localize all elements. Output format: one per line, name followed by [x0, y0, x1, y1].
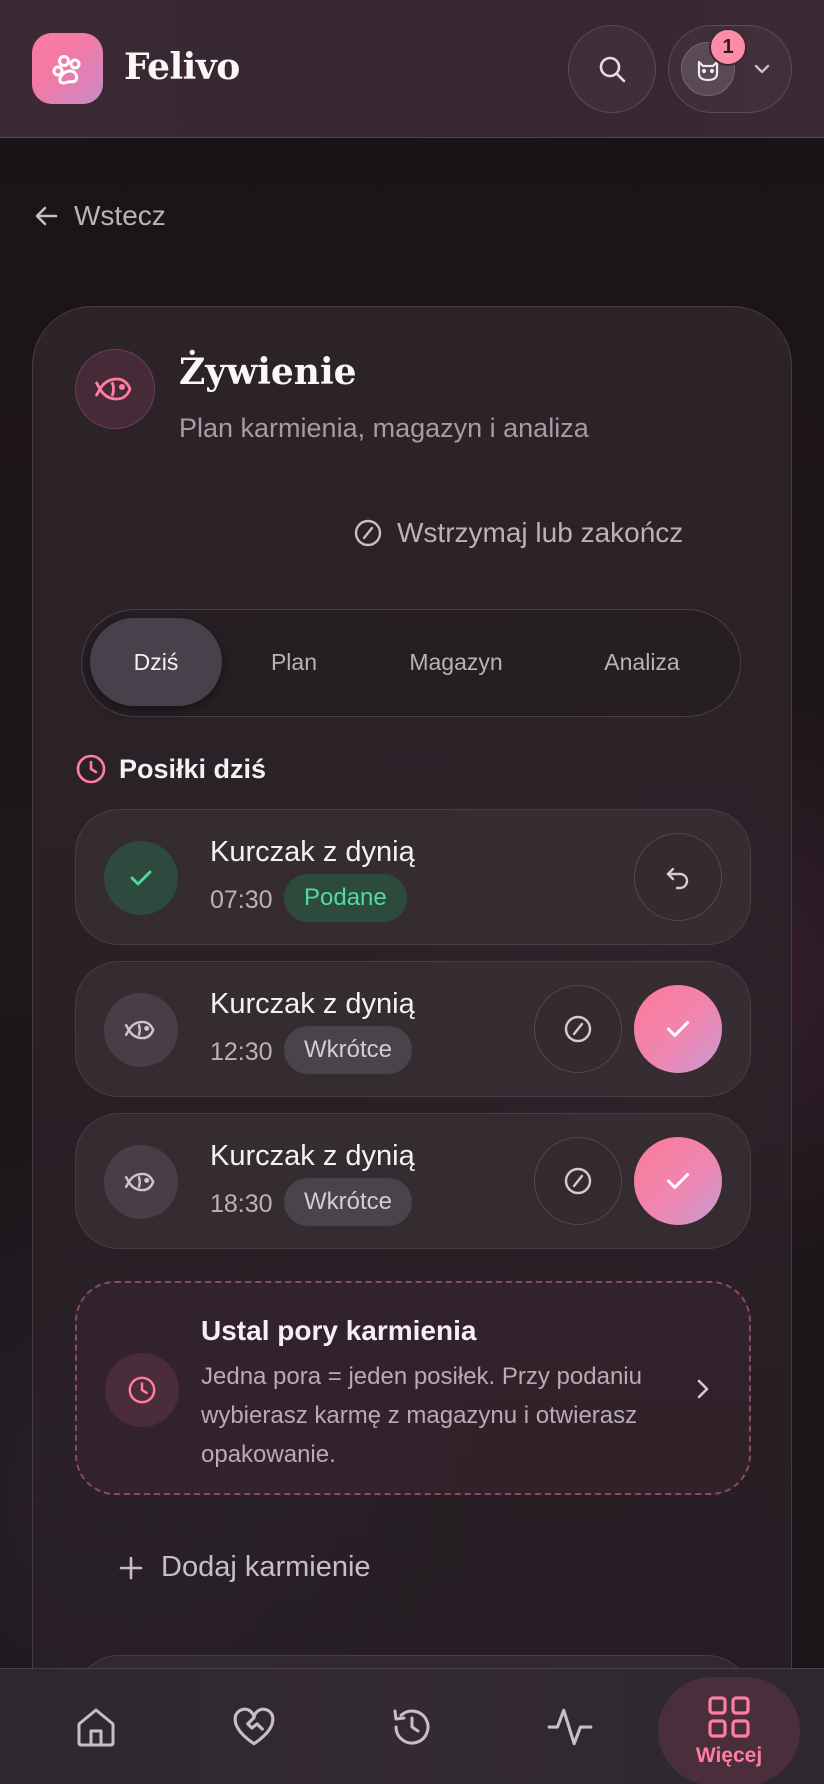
- nav-home[interactable]: [56, 1669, 136, 1784]
- clock-icon: [128, 1376, 156, 1404]
- check-icon: [130, 870, 152, 886]
- meal-time: 07:30: [210, 886, 273, 914]
- bottom-navigation: Więcej: [0, 1668, 824, 1784]
- nav-care[interactable]: [214, 1669, 294, 1784]
- grid-icon: [708, 1696, 750, 1738]
- tab-today[interactable]: Dziś: [90, 618, 222, 706]
- heart-handshake-icon: [233, 1707, 275, 1746]
- check-icon: [666, 1173, 690, 1189]
- undo-button[interactable]: [634, 833, 722, 921]
- nav-more[interactable]: Więcej: [658, 1677, 800, 1784]
- app-name: Felivo: [124, 46, 240, 88]
- schedule-title: Ustal pory karmienia: [201, 1315, 477, 1346]
- home-icon: [77, 1708, 115, 1747]
- back-label: Wstecz: [74, 200, 166, 231]
- add-feeding-button[interactable]: Dodaj karmienie: [117, 1551, 371, 1584]
- tab-inventory[interactable]: Magazyn: [366, 618, 546, 706]
- fish-icon: [124, 1020, 155, 1040]
- section-icon: [75, 349, 155, 429]
- nav-more-label: Więcej: [695, 1744, 763, 1767]
- meals-header: Posiłki dziś: [75, 753, 266, 785]
- chevron-right-icon: [697, 1379, 709, 1399]
- fish-icon: [94, 377, 132, 401]
- tab-analysis[interactable]: Analiza: [552, 618, 732, 706]
- pause-label: Wstrzymaj lub zakończ: [397, 517, 684, 548]
- status-badge: Podane: [284, 874, 407, 922]
- app-header: Felivo 1: [0, 0, 824, 138]
- meal-time: 12:30: [210, 1038, 273, 1066]
- schedule-icon-wrap: [105, 1353, 179, 1427]
- mark-served-button[interactable]: [634, 985, 722, 1073]
- meal-name: Kurczak z dynią: [210, 988, 415, 1020]
- activity-icon: [547, 1708, 593, 1746]
- meal-time: 18:30: [210, 1190, 273, 1218]
- status-badge: Wkrótce: [284, 1178, 413, 1226]
- tab-plan[interactable]: Plan: [228, 618, 360, 706]
- fish-icon: [124, 1172, 155, 1192]
- check-icon: [666, 1021, 690, 1037]
- nav-history[interactable]: [372, 1669, 452, 1784]
- meal-status-icon: [104, 1145, 178, 1219]
- meals-title: Posiłki dziś: [119, 753, 267, 784]
- app-logo[interactable]: [32, 33, 103, 104]
- search-button[interactable]: [568, 25, 656, 113]
- ban-icon: [564, 1167, 592, 1195]
- pause-or-end-button[interactable]: Wstrzymaj lub zakończ: [353, 517, 683, 549]
- skip-meal-button[interactable]: [534, 985, 622, 1073]
- schedule-description: Jedna pora = jeden posiłek. Przy podaniu…: [201, 1363, 642, 1468]
- arrow-left-icon: [35, 206, 58, 226]
- page-title: Żywienie: [179, 351, 357, 393]
- tab-bar: Dziś Plan Magazyn Analiza: [81, 609, 741, 717]
- clock-icon: [76, 754, 106, 784]
- set-feeding-times-card[interactable]: Ustal pory karmienia Jedna pora = jeden …: [75, 1281, 751, 1495]
- meal-status-icon: [104, 993, 178, 1067]
- search-icon: [599, 56, 626, 83]
- page-subtitle: Plan karmienia, magazyn i analiza: [179, 413, 589, 443]
- undo-icon: [666, 867, 689, 890]
- meal-status-icon: [104, 841, 178, 915]
- notification-badge: 1: [709, 28, 747, 66]
- pet-switcher-button[interactable]: 1: [668, 25, 792, 113]
- ban-icon: [354, 519, 382, 547]
- chevron-down-icon: [754, 64, 770, 74]
- ban-icon: [564, 1015, 592, 1043]
- paw-icon: [52, 54, 80, 84]
- meal-row: Kurczak z dynią 07:30 Podane: [75, 809, 751, 945]
- meal-row: Kurczak z dynią 12:30 Wkrótce: [75, 961, 751, 1097]
- mark-served-button[interactable]: [634, 1137, 722, 1225]
- skip-meal-button[interactable]: [534, 1137, 622, 1225]
- history-icon: [393, 1709, 430, 1745]
- status-badge: Wkrótce: [284, 1026, 413, 1074]
- meal-row: Kurczak z dynią 18:30 Wkrótce: [75, 1113, 751, 1249]
- meal-name: Kurczak z dynią: [210, 836, 415, 868]
- nutrition-card: Żywienie Plan karmienia, magazyn i anali…: [32, 306, 792, 1784]
- plus-icon: [119, 1556, 143, 1579]
- nav-activity[interactable]: [530, 1669, 610, 1784]
- meal-name: Kurczak z dynią: [210, 1140, 415, 1172]
- add-feeding-label: Dodaj karmienie: [161, 1551, 371, 1583]
- back-link[interactable]: Wstecz: [34, 200, 166, 232]
